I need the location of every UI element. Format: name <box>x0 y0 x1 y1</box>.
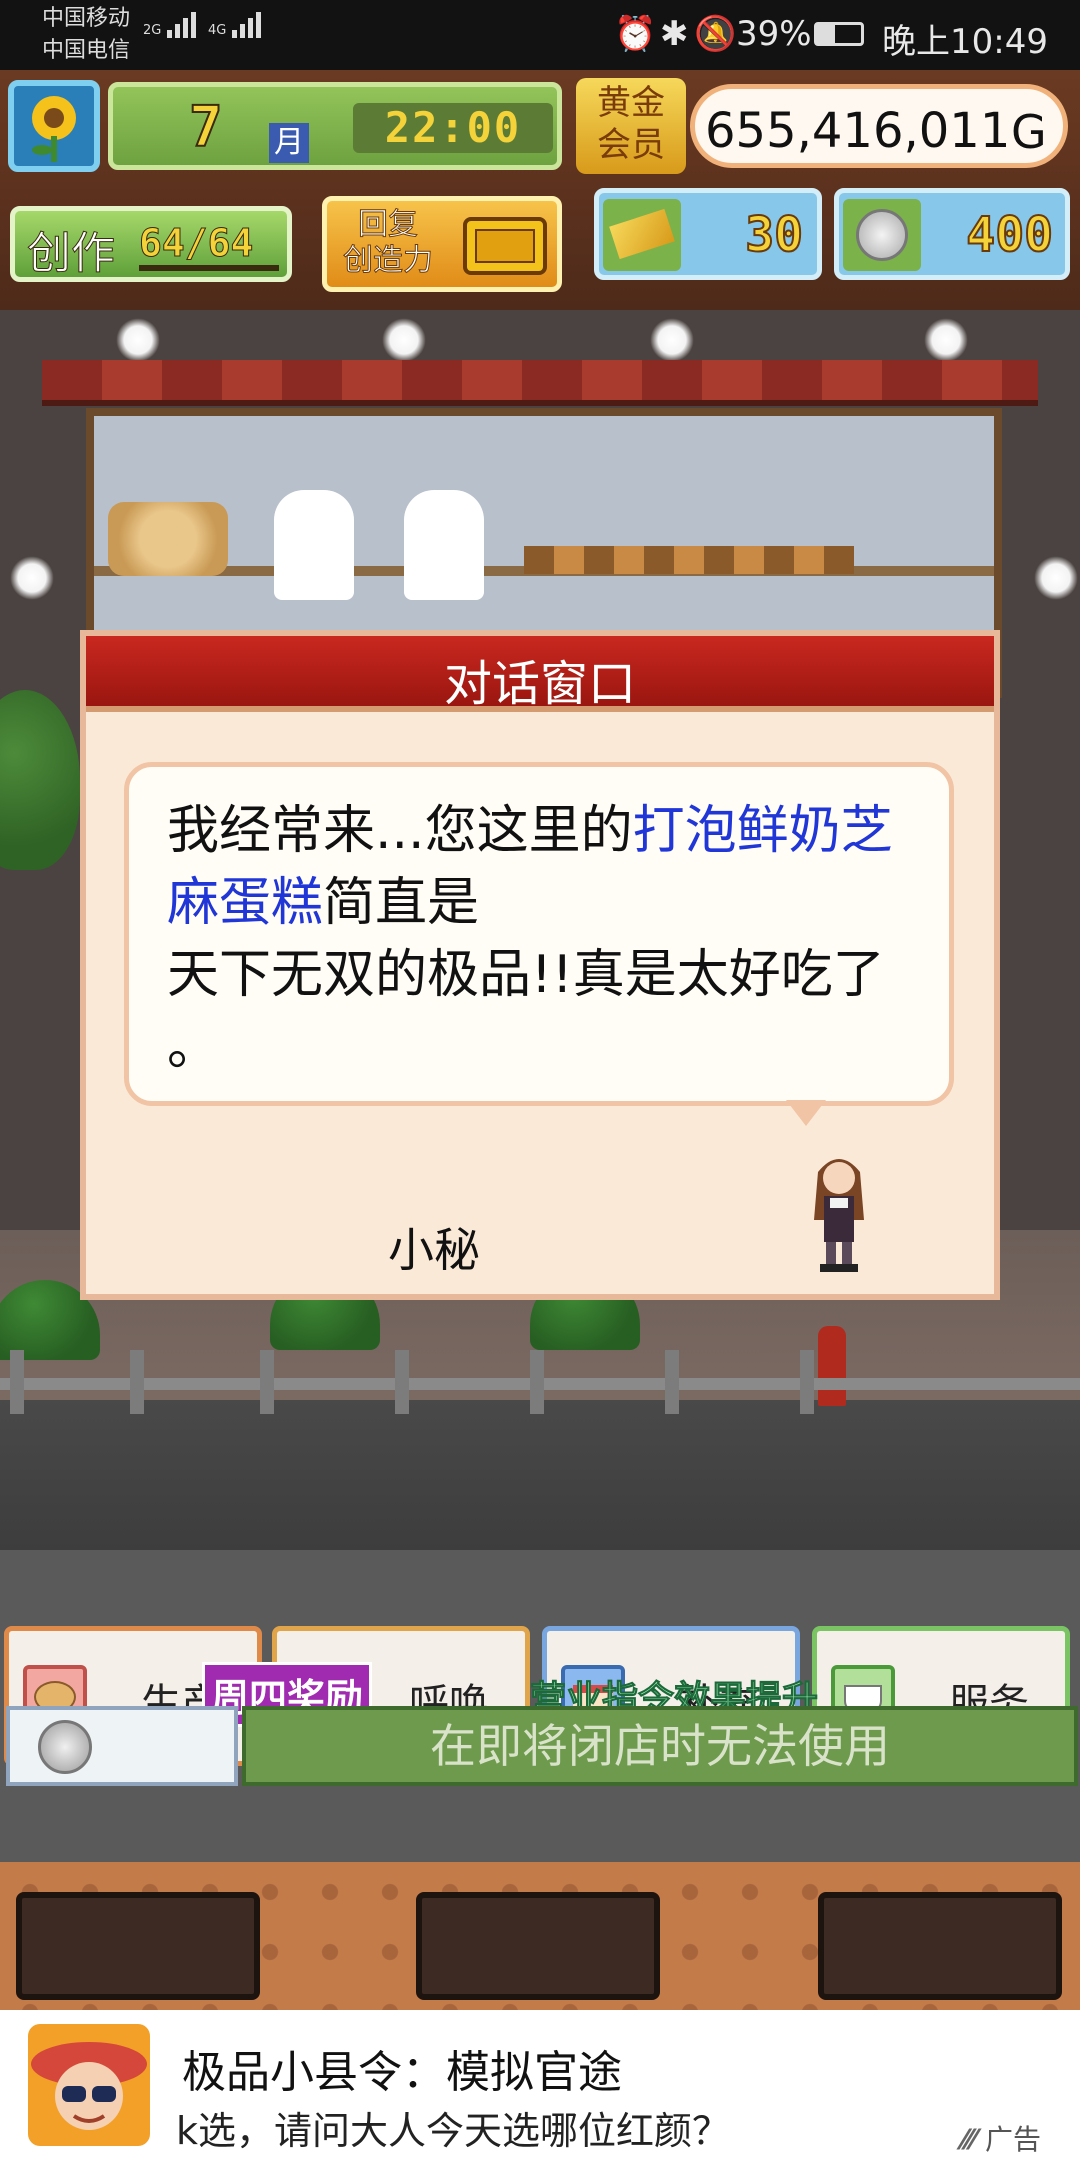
roof-lamp <box>924 318 968 362</box>
speech-bubble: 我经常来...您这里的打泡鲜奶芝 麻蛋糕简直是 天下无双的极品!!真是太好吃了 … <box>124 762 954 1106</box>
create-bar <box>139 265 279 271</box>
status-bar: 中国移动 中国电信 2G 4G ⏰ ✱ 🔕 39% 晚上10:49 <box>0 0 1080 70</box>
restore-creativity-button[interactable]: 回复 创造力 <box>322 196 562 292</box>
roof-lamp <box>116 318 160 362</box>
dialog-title-bar: 对话窗口 <box>86 636 994 712</box>
tv-icon <box>463 217 547 275</box>
ad-label-text: 广告 <box>984 2123 1041 2156</box>
dialog-window[interactable]: 对话窗口 我经常来...您这里的打泡鲜奶芝 麻蛋糕简直是 天下无双的极品!!真是… <box>80 630 1000 1300</box>
speech-bubble-tail <box>786 1100 826 1126</box>
game-clock: 22:00 <box>384 103 522 152</box>
dialog-message: 我经常来...您这里的打泡鲜奶芝 麻蛋糕简直是 天下无双的极品!!真是太好吃了 … <box>167 795 927 1083</box>
restore-line1: 回复 <box>358 207 419 243</box>
message-text-2: 简直是 <box>323 873 480 933</box>
baker-sprite <box>404 490 484 600</box>
alarm-icon: ⏰ <box>614 14 657 54</box>
member-line1: 黄金 <box>597 83 665 123</box>
shop-awning <box>42 360 1038 406</box>
gold-ticket-counter: 30 <box>594 188 822 280</box>
clock: 晚上10:49 <box>882 22 1048 62</box>
gold-unit: G <box>1011 105 1047 159</box>
coin-slot[interactable] <box>6 1706 238 1786</box>
ad-logo-icon: ⁄⁄⁄ <box>962 2123 977 2156</box>
restore-label: 回复 创造力 <box>343 207 434 279</box>
silver-coin-counter: 400 <box>834 188 1070 280</box>
notice-bar: 在即将闭店时无法使用 <box>242 1706 1078 1786</box>
fire-hydrant <box>818 1326 846 1406</box>
ad-subtitle: k选，请问大人今天选哪位红颜？ <box>176 2109 731 2153</box>
battery-icon <box>814 22 864 46</box>
item-slot[interactable] <box>818 1892 1062 2000</box>
message-text-1: 我经常来...您这里的 <box>167 801 633 861</box>
street-lamp <box>1034 556 1078 600</box>
gold-amount: 655,416,011 <box>705 103 1011 159</box>
clock-box: 22:00 <box>353 103 553 153</box>
dish-name-1: 打泡鲜奶芝 <box>632 801 893 861</box>
speaker-name: 小秘 <box>388 1223 480 1277</box>
street-lamp <box>10 556 54 600</box>
network-type-2: 4G <box>208 23 227 38</box>
signal-2: 4G <box>208 12 262 38</box>
dish-name-2: 麻蛋糕 <box>167 873 324 933</box>
bread-shelf <box>524 546 854 574</box>
fence-post <box>395 1350 409 1414</box>
month-number: 7 <box>188 94 224 161</box>
battery-percent: 39% <box>736 14 812 54</box>
member-line2: 会员 <box>597 125 665 165</box>
item-slot[interactable] <box>416 1892 660 2000</box>
carrier-2: 中国电信 <box>42 38 131 63</box>
notice-text: 在即将闭店时无法使用 <box>430 1719 890 1773</box>
signal-bars-2-icon <box>232 12 262 38</box>
gold-member-badge[interactable]: 黄金 会员 <box>576 78 686 174</box>
carrier-1: 中国移动 <box>42 6 131 31</box>
fence-post <box>130 1350 144 1414</box>
item-slot[interactable] <box>16 1892 260 2000</box>
restore-line2: 创造力 <box>343 243 434 279</box>
fence-post <box>665 1350 679 1414</box>
mute-bell-icon: 🔕 <box>694 14 737 54</box>
signal-bars-1-icon <box>167 12 197 38</box>
silver-coin-count: 400 <box>965 206 1054 264</box>
fence-post <box>260 1350 274 1414</box>
gold-display: 655,416,011 G <box>690 84 1068 168</box>
create-label: 创作 <box>27 228 116 280</box>
ad-title: 极品小县令：模拟官途 <box>182 2047 622 2098</box>
silver-coin-icon <box>38 1720 92 1774</box>
sunflower-button[interactable] <box>8 80 100 172</box>
game-world[interactable]: 7 月 22:00 黄金 会员 655,416,011 G 创作 64/64 回… <box>0 70 1080 2010</box>
gold-ticket-icon <box>603 199 681 271</box>
silver-coin-icon <box>843 199 921 271</box>
month-unit: 月 <box>269 123 309 163</box>
signal-1: 2G <box>143 12 197 38</box>
message-text-3: 天下无双的极品!!真是太好吃了 <box>167 945 885 1005</box>
roof-lamp <box>382 318 426 362</box>
secretary-avatar <box>814 1159 864 1272</box>
create-points: 创作 64/64 <box>10 206 292 282</box>
dialog-title: 对话窗口 <box>443 656 636 712</box>
ad-label: ⁄⁄⁄ 广告 <box>962 2118 1041 2158</box>
date-panel: 7 月 22:00 <box>108 82 562 170</box>
network-type-1: 2G <box>143 23 162 38</box>
tree <box>0 690 80 870</box>
gold-ticket-count: 30 <box>744 206 804 264</box>
fence-post <box>10 1350 24 1414</box>
fence-post <box>530 1350 544 1414</box>
fence-post <box>800 1350 814 1414</box>
ad-game-icon <box>28 2024 150 2146</box>
baker-sprite <box>274 490 354 600</box>
create-value: 64/64 <box>138 221 254 266</box>
bluetooth-icon: ✱ <box>660 14 689 54</box>
roof-lamp <box>650 318 694 362</box>
bread-display <box>108 502 228 576</box>
sunflower-icon <box>32 96 76 162</box>
ad-banner[interactable]: 极品小县令：模拟官途 k选，请问大人今天选哪位红颜？ ⁄⁄⁄ 广告 <box>0 2010 1080 2160</box>
message-text-4: 。 <box>167 1017 220 1077</box>
